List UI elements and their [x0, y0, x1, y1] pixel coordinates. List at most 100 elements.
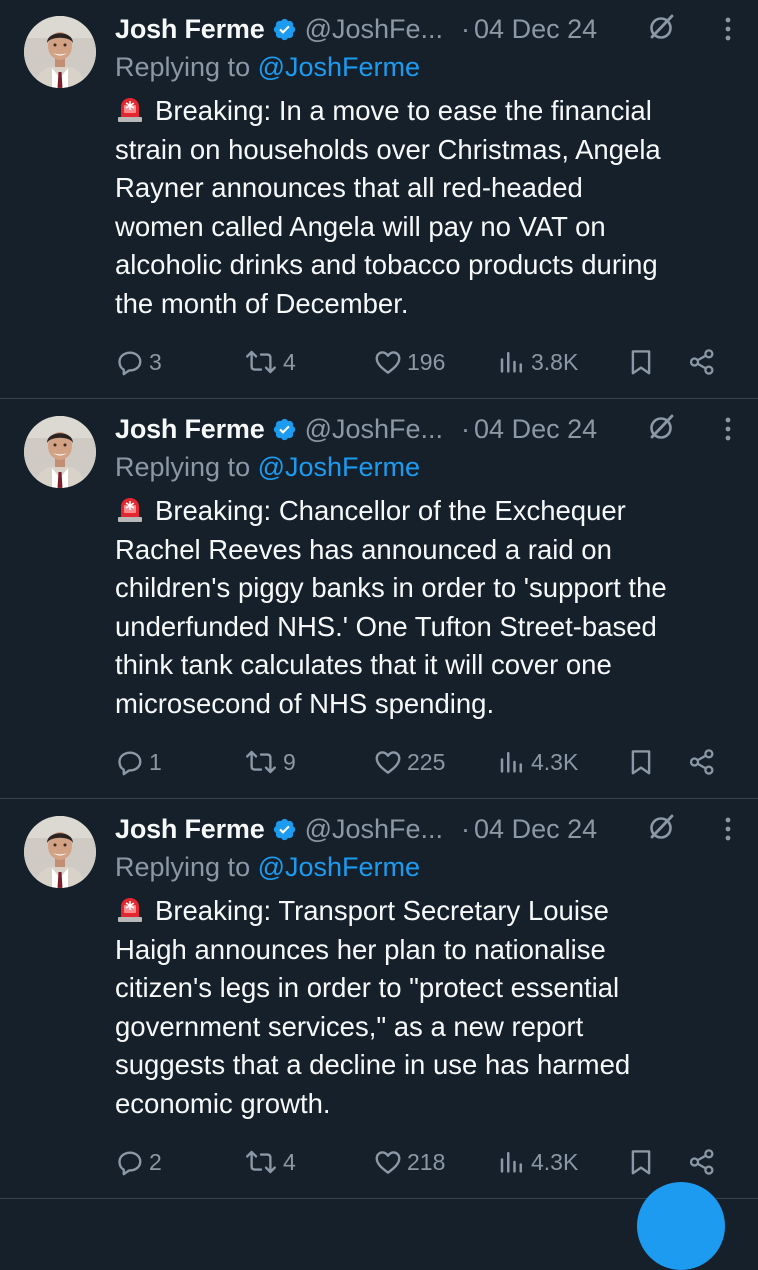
tweet-text-line-content: Breaking: In a move to ease the financia…	[155, 95, 652, 126]
heart-icon	[375, 351, 401, 374]
verified-badge-icon	[273, 818, 295, 840]
tweet-text-line-content: alcoholic drinks and tobacco products du…	[115, 249, 658, 280]
police-siren-emoji	[118, 898, 142, 922]
tweet-text-line-content: citizen's legs in order to "protect esse…	[115, 972, 620, 1003]
tweet-text-line-content: economic growth.	[115, 1087, 331, 1119]
tweet-text-line: Breaking: Chancellor of the Exchequer	[115, 492, 740, 531]
share-button[interactable]	[687, 740, 717, 784]
tweet-text-line-content: Haigh announces her plan to nationalise	[115, 933, 606, 965]
tweet-text-line: the month of December.	[115, 285, 740, 324]
author-handle[interactable]: @JoshFe...	[305, 414, 443, 445]
tweet-date[interactable]: 04 Dec 24	[474, 814, 597, 845]
views-icon	[500, 1152, 522, 1173]
views-icon	[500, 352, 522, 373]
tweet-text-line-content: Rachel Reeves has announced a raid on	[115, 533, 612, 565]
tweet-text-line: think tank calculates that it will cover…	[115, 646, 740, 685]
author-handle[interactable]: @JoshFe...	[305, 14, 443, 45]
tweet-3[interactable]: Josh Ferme @JoshFe... · 04 Dec 24 Replyi…	[0, 800, 758, 1199]
reply-button[interactable]: 2	[115, 1140, 162, 1184]
separator-dot: ·	[461, 813, 471, 844]
views-button[interactable]: 3.8K	[497, 340, 578, 384]
tweet-date[interactable]: 04 Dec 24	[474, 414, 597, 445]
reply-icon	[118, 351, 142, 376]
tweet-text-line: citizen's legs in order to "protect esse…	[115, 969, 740, 1008]
repost-count: 9	[283, 748, 296, 775]
tweet-text-line-content: government services," as a new report	[115, 1010, 584, 1042]
compose-fab[interactable]	[637, 1182, 725, 1270]
views-count: 4.3K	[531, 748, 579, 775]
bookmark-button[interactable]	[626, 340, 656, 384]
share-icon	[689, 1149, 714, 1175]
replying-to: Replying to @JoshFerme	[115, 52, 420, 83]
tweet-actions: 3 4 196 3.8K	[115, 340, 725, 384]
replying-prefix: Replying to	[115, 52, 251, 82]
more-vertical-icon[interactable]	[718, 416, 738, 442]
reply-button[interactable]: 3	[115, 340, 162, 384]
tweet-text-line: Breaking: Transport Secretary Louise	[115, 892, 740, 931]
police-siren-emoji	[118, 498, 142, 522]
reply-count: 3	[149, 348, 162, 375]
tweet-text-line: Rayner announces that all red-headed	[115, 169, 740, 208]
views-button[interactable]: 4.3K	[497, 1140, 578, 1184]
tweet-text-line: suggests that a decline in use has harme…	[115, 1046, 740, 1085]
replying-prefix: Replying to	[115, 852, 251, 882]
author-name[interactable]: Josh Ferme	[115, 14, 265, 45]
tweet-2[interactable]: Josh Ferme @JoshFe... · 04 Dec 24 Replyi…	[0, 400, 758, 799]
share-icon	[689, 749, 714, 775]
police-siren-emoji	[118, 98, 142, 122]
replying-to-link[interactable]: @JoshFerme	[258, 852, 420, 882]
tweet-text-line: women called Angela will pay no VAT on	[115, 208, 740, 247]
grok-icon[interactable]	[647, 812, 677, 842]
like-button[interactable]: 196	[373, 340, 445, 384]
author-name[interactable]: Josh Ferme	[115, 814, 265, 845]
repost-button[interactable]: 4	[243, 1140, 296, 1184]
tweet-header: Josh Ferme @JoshFe... · 04 Dec 24	[115, 410, 738, 448]
tweet-text-line-content: children's piggy banks in order to 'supp…	[115, 572, 667, 603]
tweet-text-line-content: Breaking: Chancellor of the Exchequer	[155, 495, 626, 526]
reply-button[interactable]: 1	[115, 740, 162, 784]
more-vertical-icon[interactable]	[718, 16, 738, 42]
tweet-text-line-content: think tank calculates that it will cover…	[115, 649, 612, 680]
like-button[interactable]: 225	[373, 740, 445, 784]
tweet-text-line-content: underfunded NHS.' One Tufton Street-base…	[115, 610, 657, 642]
tweet-1[interactable]: Josh Ferme @JoshFe... · 04 Dec 24 Replyi…	[0, 0, 758, 399]
bookmark-button[interactable]	[626, 1140, 656, 1184]
replying-to-link[interactable]: @JoshFerme	[258, 452, 420, 482]
share-button[interactable]	[687, 1140, 717, 1184]
repost-button[interactable]: 9	[243, 740, 296, 784]
avatar[interactable]	[24, 416, 96, 488]
author-name[interactable]: Josh Ferme	[115, 414, 265, 445]
like-button[interactable]: 218	[373, 1140, 445, 1184]
grok-icon[interactable]	[647, 412, 677, 442]
like-count: 196	[407, 348, 446, 375]
tweet-text-line-content: Rayner announces that all red-headed	[115, 172, 583, 203]
more-vertical-icon[interactable]	[718, 816, 738, 842]
tweet-text-line: alcoholic drinks and tobacco products du…	[115, 246, 740, 285]
replying-to: Replying to @JoshFerme	[115, 852, 420, 883]
tweet-actions: 2 4 218 4.3K	[115, 1140, 725, 1184]
tweet-text-line: Haigh announces her plan to nationalise	[115, 931, 740, 970]
separator-dot: ·	[461, 13, 471, 44]
tweet-text: Breaking: Chancellor of the Exchequer Rac…	[115, 492, 740, 723]
replying-to-link[interactable]: @JoshFerme	[258, 52, 420, 82]
repost-button[interactable]: 4	[243, 340, 296, 384]
bookmark-icon	[631, 750, 651, 775]
author-handle[interactable]: @JoshFe...	[305, 814, 443, 845]
views-count: 3.8K	[531, 348, 579, 375]
reply-icon	[118, 751, 142, 776]
repost-count: 4	[283, 1148, 296, 1175]
tweet-date[interactable]: 04 Dec 24	[474, 14, 597, 45]
views-button[interactable]: 4.3K	[497, 740, 578, 784]
bookmark-button[interactable]	[626, 740, 656, 784]
avatar[interactable]	[24, 816, 96, 888]
repost-icon	[246, 750, 276, 774]
tweet-text-line: children's piggy banks in order to 'supp…	[115, 569, 740, 608]
reply-count: 1	[149, 748, 162, 775]
avatar[interactable]	[24, 16, 96, 88]
tweet-text-line: Breaking: In a move to ease the financia…	[115, 92, 740, 131]
heart-icon	[375, 751, 401, 774]
tweet-text: Breaking: Transport Secretary Louise Haig…	[115, 892, 740, 1123]
tweet-text-line: economic growth.	[115, 1085, 740, 1124]
grok-icon[interactable]	[647, 12, 677, 42]
share-button[interactable]	[687, 340, 717, 384]
